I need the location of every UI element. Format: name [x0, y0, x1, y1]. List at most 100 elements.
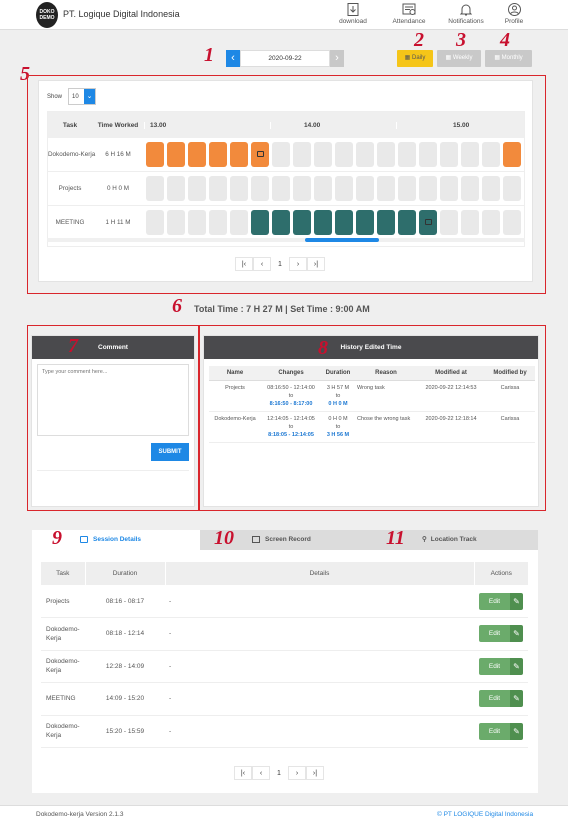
- download-icon: [347, 3, 359, 16]
- active-block[interactable]: [209, 142, 227, 167]
- row-worked: 0 H 0 M: [106, 185, 130, 192]
- empty-block: [356, 142, 374, 167]
- edit-button[interactable]: Edit ✎: [479, 657, 523, 675]
- prev-page-button[interactable]: ‹: [252, 766, 270, 780]
- divider: [37, 470, 189, 471]
- annotation-7: 7: [68, 335, 78, 357]
- active-block[interactable]: [503, 142, 521, 167]
- last-page-button[interactable]: ›|: [306, 766, 324, 780]
- next-date-button[interactable]: ›: [330, 50, 344, 67]
- change-to: 8:16:50 - 8:17:00: [269, 401, 313, 407]
- history-name: Dokodemo-Kerja: [209, 411, 261, 443]
- table-row: Projects 08:16 - 08:17- Edit ✎: [41, 585, 528, 618]
- empty-block: [272, 176, 290, 201]
- active-block[interactable]: [167, 142, 185, 167]
- timeline-pagination: |‹ ‹ 1 › ›|: [235, 257, 325, 272]
- screenshot-icon[interactable]: [425, 219, 432, 225]
- logo[interactable]: DOKO DEMO: [36, 2, 58, 28]
- pencil-icon: ✎: [510, 592, 523, 610]
- session-details: -: [165, 650, 474, 683]
- company-name: PT. Logique Digital Indonesia: [63, 9, 180, 19]
- timeline-card: Show 10 ⌄ Task Time Worked 13.00 14.00 1…: [38, 80, 533, 282]
- empty-block: [272, 142, 290, 167]
- screen-icon: [252, 535, 260, 543]
- edit-button[interactable]: Edit ✎: [479, 625, 523, 643]
- empty-block: [146, 176, 164, 201]
- next-page-button[interactable]: ›: [289, 257, 307, 271]
- meeting-block[interactable]: [356, 210, 374, 235]
- empty-block: [482, 210, 500, 235]
- session-task: Dokodemo-Kerja: [41, 650, 85, 683]
- empty-block: [440, 142, 458, 167]
- timeline-header-row: Task Time Worked 13.00 14.00 15.00: [48, 112, 524, 138]
- timeline-scrollbar[interactable]: [47, 238, 525, 242]
- active-block[interactable]: [146, 142, 164, 167]
- tab-location-label: Location Track: [430, 536, 477, 543]
- weekly-label: Weekly: [452, 55, 473, 61]
- meeting-block[interactable]: [293, 210, 311, 235]
- meeting-block[interactable]: [377, 210, 395, 235]
- prev-page-button[interactable]: ‹: [253, 257, 271, 271]
- empty-block: [419, 142, 437, 167]
- annotation-2: 2: [414, 29, 424, 51]
- history-card: History Edited Time 8 Name Changes Durat…: [203, 335, 539, 507]
- empty-block: [461, 142, 479, 167]
- copyright-link[interactable]: © PT LOGIQUE Digital Indonesia: [437, 811, 533, 818]
- pencil-icon: ✎: [510, 657, 523, 675]
- edit-button[interactable]: Edit ✎: [479, 722, 523, 740]
- comment-input[interactable]: [37, 364, 189, 436]
- weekly-button[interactable]: ▦ Weekly: [437, 50, 481, 67]
- top-header: DOKO DEMO PT. Logique Digital Indonesia …: [0, 0, 568, 30]
- show-select[interactable]: 10 ⌄: [68, 88, 97, 105]
- history-row: Dokodemo-Kerja 12:14:05 - 12:14:05 to 8:18:…: [209, 411, 535, 443]
- nav-download[interactable]: download: [323, 3, 383, 25]
- empty-block: [482, 176, 500, 201]
- meeting-block[interactable]: [314, 210, 332, 235]
- active-block[interactable]: [188, 142, 206, 167]
- session-details: -: [165, 585, 474, 618]
- edit-label: Edit: [479, 722, 510, 740]
- version-text: Dokodemo-kerja Version 2.1.3: [36, 811, 124, 818]
- active-block[interactable]: [230, 142, 248, 167]
- edit-button[interactable]: Edit ✎: [479, 592, 523, 610]
- nav-attendance[interactable]: Attendance: [379, 3, 439, 25]
- history-name: Projects: [209, 380, 261, 412]
- meeting-block[interactable]: [398, 210, 416, 235]
- table-row: Dokodemo-Kerja 08:18 - 12:14- Edit ✎: [41, 617, 528, 651]
- submit-button[interactable]: SUBMIT: [151, 443, 189, 461]
- scrollbar-thumb[interactable]: [305, 238, 379, 242]
- next-page-button[interactable]: ›: [288, 766, 306, 780]
- hour-13: 13.00: [144, 121, 270, 129]
- active-block[interactable]: [251, 142, 269, 167]
- edit-button[interactable]: Edit ✎: [479, 690, 523, 708]
- empty-block: [524, 210, 525, 235]
- date-display[interactable]: 2020-09-22: [240, 50, 330, 67]
- monthly-button[interactable]: ▦ Monthly: [485, 50, 532, 67]
- meeting-block[interactable]: [419, 210, 437, 235]
- session-duration: 15:20 - 15:59: [85, 715, 165, 748]
- first-page-button[interactable]: |‹: [235, 257, 253, 271]
- meeting-block[interactable]: [335, 210, 353, 235]
- screenshot-icon[interactable]: [257, 151, 264, 157]
- annotation-3: 3: [456, 29, 466, 51]
- hour-15: 15.00: [396, 121, 522, 129]
- nav-profile[interactable]: Profile: [484, 3, 544, 25]
- prev-date-button[interactable]: ‹: [226, 50, 240, 67]
- empty-block: [146, 210, 164, 235]
- empty-block: [461, 210, 479, 235]
- history-changes: 08:16:50 - 12:14:00 to 8:16:50 - 8:17:00: [261, 380, 321, 412]
- last-page-button[interactable]: ›|: [307, 257, 325, 271]
- comment-card: Comment 7 SUBMIT: [31, 335, 195, 507]
- h-reason: Reason: [355, 366, 417, 381]
- row-worked: 1 H 11 M: [105, 219, 131, 226]
- tab-session-label: Session Details: [93, 536, 142, 543]
- meeting-block[interactable]: [251, 210, 269, 235]
- s-details: Details: [164, 562, 474, 585]
- active-block[interactable]: [524, 142, 525, 167]
- daily-button[interactable]: ▦ Daily: [397, 50, 433, 67]
- nav-profile-label: Profile: [504, 18, 524, 25]
- annotation-6: 6: [172, 295, 182, 317]
- first-page-button[interactable]: |‹: [234, 766, 252, 780]
- empty-block: [461, 176, 479, 201]
- meeting-block[interactable]: [272, 210, 290, 235]
